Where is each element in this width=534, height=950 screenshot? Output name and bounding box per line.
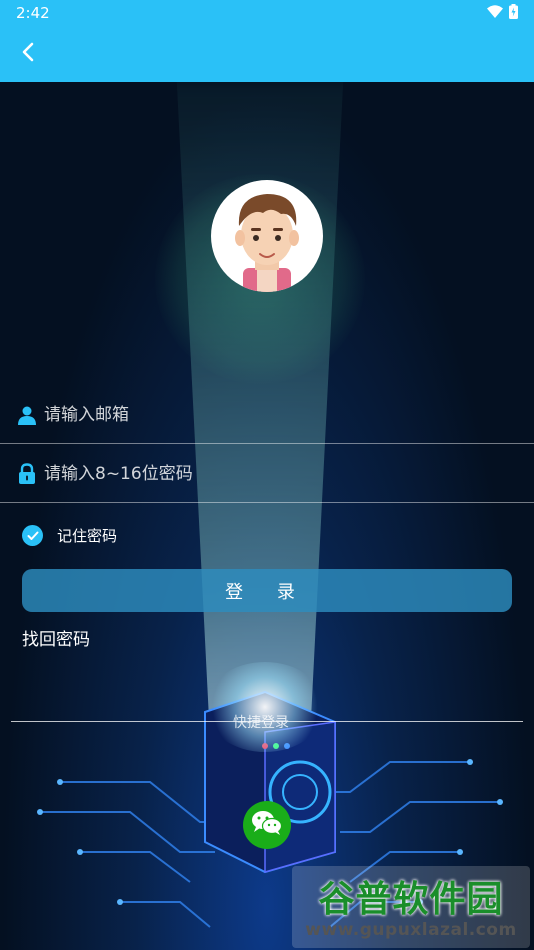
lock-icon [16, 463, 38, 485]
password-field [0, 445, 534, 503]
avatar[interactable] [211, 180, 323, 292]
back-button[interactable] [14, 40, 42, 68]
wechat-login-button[interactable] [243, 801, 291, 849]
login-button[interactable]: 登 录 [22, 569, 512, 612]
light-core [205, 662, 325, 752]
watermark: 谷普软件园 www.gupuxlazal.com [292, 866, 530, 948]
back-arrow-icon [21, 42, 35, 66]
remember-password-label: 记住密码 [57, 527, 118, 545]
watermark-logo: 谷普软件园 [318, 879, 504, 920]
wechat-icon [251, 809, 283, 841]
email-field [0, 386, 534, 444]
email-input[interactable] [44, 404, 484, 425]
user-icon [16, 404, 38, 426]
status-time: 2:42 [16, 4, 50, 22]
status-bar: 2:42 [0, 0, 534, 26]
password-input[interactable] [44, 463, 484, 484]
wifi-icon [487, 4, 503, 22]
avatar-image [235, 194, 299, 292]
app-bar [0, 26, 534, 82]
watermark-url: www.gupuxlazal.com [305, 920, 517, 940]
battery-icon [509, 3, 518, 23]
forgot-password-link[interactable]: 找回密码 [22, 625, 90, 650]
checkmark-icon [22, 525, 43, 546]
status-icons [487, 3, 518, 23]
quick-login-label: 快捷登录 [233, 715, 289, 731]
remember-password-checkbox[interactable]: 记住密码 [22, 525, 117, 546]
